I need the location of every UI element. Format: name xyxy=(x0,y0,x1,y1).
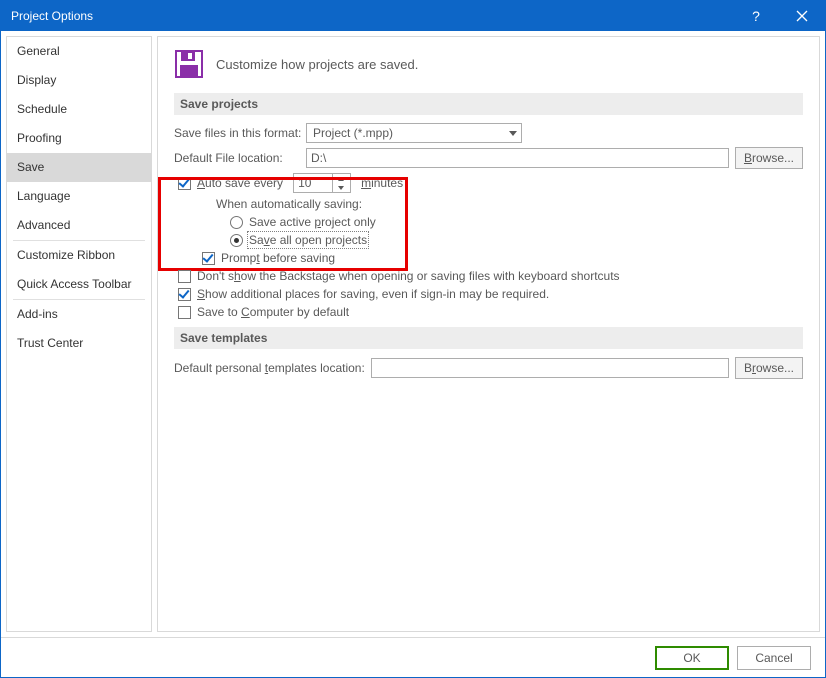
save-format-row: Save files in this format: Project (*.mp… xyxy=(174,123,803,143)
save-all-open-radio[interactable] xyxy=(230,234,243,247)
show-additional-places-checkbox[interactable] xyxy=(178,288,191,301)
sidebar-item-label: Advanced xyxy=(17,218,70,232)
section-save-projects: Save projects xyxy=(174,93,803,115)
sidebar-item-label: Proofing xyxy=(17,131,62,145)
spinner-down-button[interactable] xyxy=(333,183,349,192)
save-active-only-row: Save active project only xyxy=(174,215,803,229)
sidebar-item-label: Trust Center xyxy=(17,336,83,350)
sidebar-item-label: Quick Access Toolbar xyxy=(17,277,132,291)
dialog-footer: OK Cancel xyxy=(1,637,825,677)
chevron-up-icon xyxy=(338,177,344,181)
autosave-block: Auto save every minutes When automatical… xyxy=(174,173,803,247)
show-additional-places-row: Show additional places for saving, even … xyxy=(174,287,803,301)
default-location-input[interactable] xyxy=(306,148,729,168)
sidebar-item-label: General xyxy=(17,44,60,58)
sidebar-item-label: Save xyxy=(17,160,44,174)
chevron-down-icon xyxy=(509,131,517,136)
templates-location-input[interactable] xyxy=(371,358,729,378)
page-header: Customize how projects are saved. xyxy=(174,49,803,79)
autosave-checkbox[interactable] xyxy=(178,177,191,190)
autosave-minutes-spinner[interactable] xyxy=(293,173,351,193)
sidebar-item-label: Customize Ribbon xyxy=(17,248,115,262)
sidebar-item-advanced[interactable]: Advanced xyxy=(7,211,151,240)
prompt-before-saving-label: Prompt before saving xyxy=(221,251,335,265)
minutes-label: minutes xyxy=(361,176,403,190)
sidebar-item-quick-access[interactable]: Quick Access Toolbar xyxy=(7,270,151,299)
prompt-before-saving-checkbox[interactable] xyxy=(202,252,215,265)
sidebar-item-general[interactable]: General xyxy=(7,37,151,66)
save-format-value: Project (*.mpp) xyxy=(313,126,393,140)
titlebar: Project Options ? xyxy=(1,1,825,31)
default-location-label: Default File location: xyxy=(174,151,306,165)
dont-show-backstage-label: Don't show the Backstage when opening or… xyxy=(197,269,620,283)
save-to-computer-checkbox[interactable] xyxy=(178,306,191,319)
spinner-up-button[interactable] xyxy=(333,174,349,183)
sidebar-item-display[interactable]: Display xyxy=(7,66,151,95)
page-header-text: Customize how projects are saved. xyxy=(216,57,418,72)
browse-templates-button[interactable]: Browse... xyxy=(735,357,803,379)
sidebar-item-save[interactable]: Save xyxy=(7,153,151,182)
sidebar-item-label: Schedule xyxy=(17,102,67,116)
help-button[interactable]: ? xyxy=(733,1,779,31)
cancel-button[interactable]: Cancel xyxy=(737,646,811,670)
dont-show-backstage-row: Don't show the Backstage when opening or… xyxy=(174,269,803,283)
sidebar-item-addins[interactable]: Add-ins xyxy=(7,300,151,329)
sidebar-item-proofing[interactable]: Proofing xyxy=(7,124,151,153)
autosave-label: Auto save every xyxy=(197,176,283,190)
sidebar-item-schedule[interactable]: Schedule xyxy=(7,95,151,124)
save-to-computer-row: Save to Computer by default xyxy=(174,305,803,319)
close-button[interactable] xyxy=(779,1,825,31)
save-all-open-row: Save all open projects xyxy=(174,233,803,247)
section-save-templates: Save templates xyxy=(174,327,803,349)
sidebar-item-label: Add-ins xyxy=(17,307,58,321)
ok-button[interactable]: OK xyxy=(655,646,729,670)
autosave-minutes-input[interactable] xyxy=(294,174,332,192)
when-auto-label: When automatically saving: xyxy=(174,197,803,211)
save-active-only-radio[interactable] xyxy=(230,216,243,229)
sidebar-item-trust-center[interactable]: Trust Center xyxy=(7,329,151,358)
dont-show-backstage-checkbox[interactable] xyxy=(178,270,191,283)
project-options-window: Project Options ? General Display Schedu… xyxy=(0,0,826,678)
sidebar-item-customize-ribbon[interactable]: Customize Ribbon xyxy=(7,241,151,270)
save-format-dropdown[interactable]: Project (*.mpp) xyxy=(306,123,522,143)
save-icon xyxy=(174,49,204,79)
autosave-row: Auto save every minutes xyxy=(174,173,803,193)
sidebar-item-label: Display xyxy=(17,73,56,87)
browse-location-button[interactable]: Browse... xyxy=(735,147,803,169)
save-active-only-label: Save active project only xyxy=(249,215,376,229)
sidebar-item-language[interactable]: Language xyxy=(7,182,151,211)
templates-location-label: Default personal templates location: xyxy=(174,361,365,375)
chevron-down-icon xyxy=(338,186,344,190)
window-body: General Display Schedule Proofing Save L… xyxy=(1,31,825,637)
sidebar-item-label: Language xyxy=(17,189,70,203)
main-panel: Customize how projects are saved. Save p… xyxy=(157,36,820,632)
window-title: Project Options xyxy=(11,9,733,23)
save-format-label: Save files in this format: xyxy=(174,126,306,140)
prompt-before-saving-row: Prompt before saving xyxy=(174,251,803,265)
show-additional-places-label: Show additional places for saving, even … xyxy=(197,287,549,301)
default-location-row: Default File location: Browse... xyxy=(174,147,803,169)
save-all-open-label: Save all open projects xyxy=(249,233,367,247)
sidebar: General Display Schedule Proofing Save L… xyxy=(6,36,152,632)
save-to-computer-label: Save to Computer by default xyxy=(197,305,349,319)
templates-location-row: Default personal templates location: Bro… xyxy=(174,357,803,379)
